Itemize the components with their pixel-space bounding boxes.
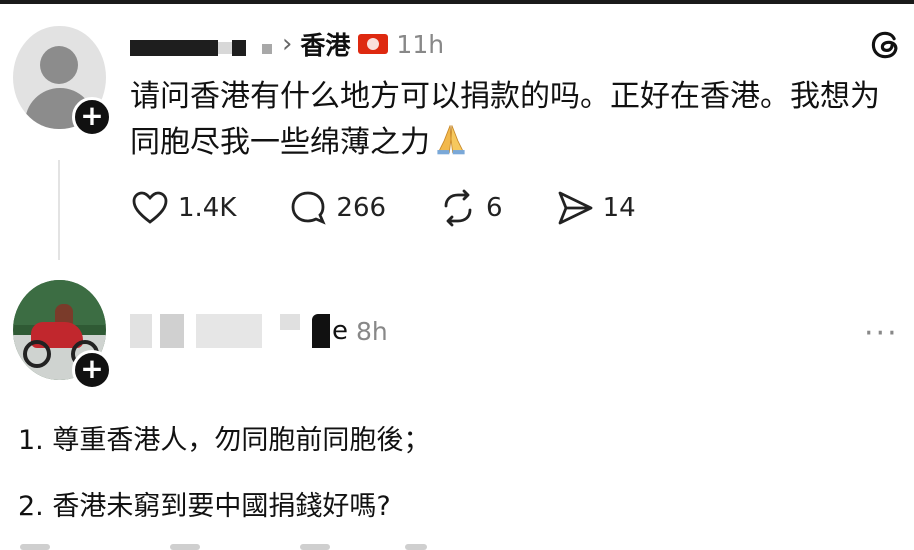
heart-icon	[132, 191, 168, 224]
redacted-username	[130, 314, 152, 348]
repost-action[interactable]: 6	[438, 188, 503, 228]
redacted-username-part	[160, 314, 184, 348]
follow-plus-button[interactable]: +	[72, 97, 112, 137]
comment-action[interactable]: 266	[288, 188, 386, 228]
location-tag[interactable]: 香港	[300, 26, 350, 62]
reply-text-line-1: 1. 尊重香港人，勿同胞前同胞後；	[18, 425, 431, 456]
share-action[interactable]: 14	[555, 188, 636, 228]
redacted-username-part	[280, 314, 300, 330]
more-options-icon[interactable]: ···	[864, 316, 899, 351]
share-count: 14	[602, 193, 636, 223]
cropped-action-row	[0, 542, 914, 550]
redacted-username-part	[312, 314, 330, 348]
thread-connector-line	[58, 160, 60, 260]
avatar-head	[40, 46, 78, 84]
username-tail: e	[332, 316, 348, 346]
like-count: 1.4K	[178, 193, 237, 223]
redacted-username-part	[218, 42, 232, 54]
post-text: 请问香港有什么地方可以捐款的吗。正好在香港。我想为同胞尽我一些绵薄之力	[130, 74, 902, 166]
post-actions: 1.4K 266 6 14	[130, 188, 688, 228]
avatar-wheel	[23, 340, 51, 368]
post-text-content: 请问香港有什么地方可以捐款的吗。正好在香港。我想为同胞尽我一些绵薄之力	[130, 79, 880, 160]
like-action[interactable]: 1.4K	[130, 188, 236, 228]
comment-count: 266	[336, 193, 387, 223]
chevron-right-icon: ›	[282, 29, 293, 59]
post-time: 8h	[356, 316, 388, 346]
comment-bubble-icon	[292, 191, 327, 225]
post-time: 11h	[396, 29, 445, 59]
repost-icon	[444, 189, 472, 227]
redacted-username-part	[196, 314, 262, 348]
redacted-username-part	[232, 40, 246, 56]
folded-hands-emoji	[437, 125, 465, 155]
top-border	[0, 0, 914, 4]
redacted-username	[130, 40, 218, 56]
repost-count: 6	[486, 193, 503, 223]
follow-plus-button[interactable]: +	[72, 350, 112, 390]
redacted-username-part	[262, 44, 272, 54]
send-icon	[558, 191, 592, 225]
threads-logo-icon[interactable]	[868, 27, 904, 63]
hong-kong-flag-icon	[358, 34, 389, 54]
reply-text-line-2: 2. 香港未窮到要中國捐錢好嗎?	[18, 491, 391, 522]
